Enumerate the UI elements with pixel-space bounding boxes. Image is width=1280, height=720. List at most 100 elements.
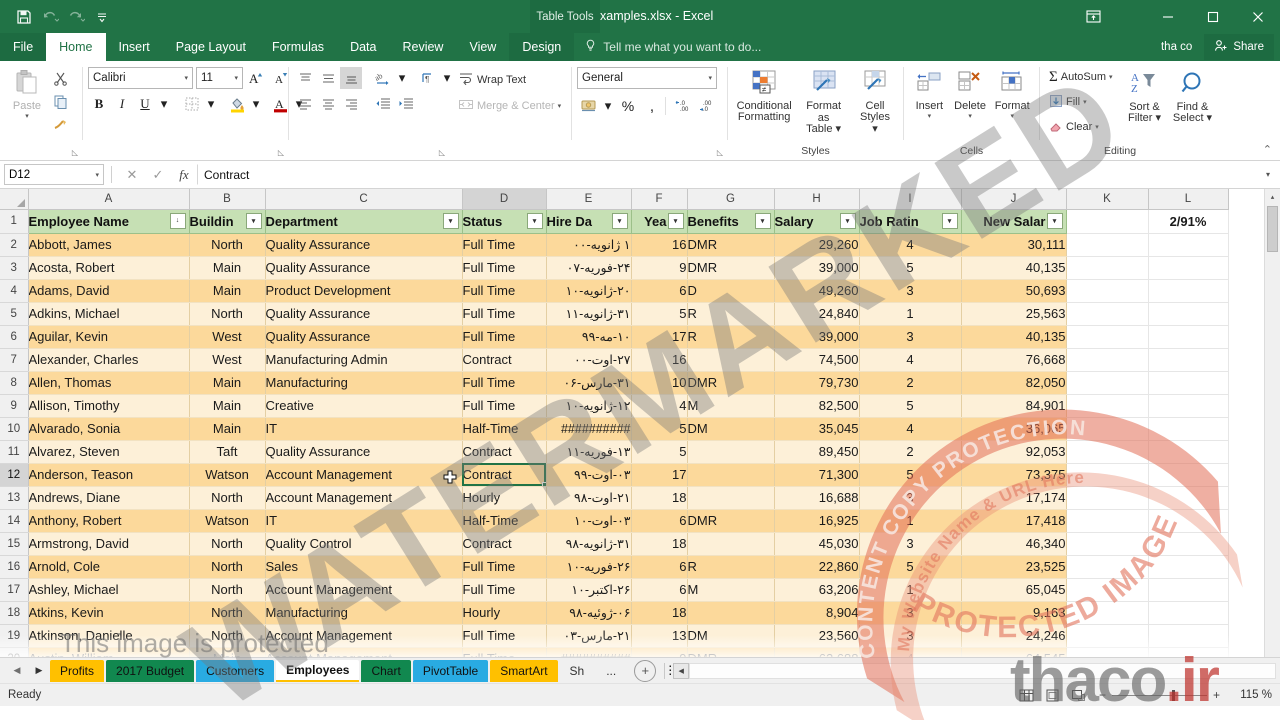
- cell-J16[interactable]: 23,525: [961, 555, 1067, 579]
- font-color-button[interactable]: A: [269, 93, 291, 115]
- cell-L12[interactable]: [1148, 463, 1229, 487]
- vertical-scroll-thumb[interactable]: [1267, 206, 1278, 252]
- cell-styles-button[interactable]: Cell Styles ▾: [852, 65, 898, 137]
- cell-I3[interactable]: 5: [859, 256, 962, 280]
- cell-H18[interactable]: 8,904: [774, 601, 860, 625]
- cell-H2[interactable]: 29,260: [774, 233, 860, 257]
- find-select-button[interactable]: Find & Select ▾: [1169, 66, 1217, 126]
- row-header-18[interactable]: 18: [0, 601, 29, 625]
- cell-D13[interactable]: Hourly: [462, 486, 547, 510]
- sheet-tab-smartart[interactable]: SmartArt: [490, 659, 558, 682]
- cell-G10[interactable]: DM: [687, 417, 775, 441]
- row-header-10[interactable]: 10: [0, 417, 29, 441]
- filter-icon-g[interactable]: ▾: [754, 212, 771, 229]
- cell-K8[interactable]: [1066, 371, 1149, 395]
- redo-icon[interactable]: [64, 6, 88, 28]
- cell-G17[interactable]: M: [687, 578, 775, 602]
- close-icon[interactable]: [1235, 0, 1280, 33]
- cell-I15[interactable]: 3: [859, 532, 962, 556]
- cell-J20[interactable]: 64,545: [961, 647, 1067, 657]
- cell-B15[interactable]: North: [189, 532, 266, 556]
- cell-D17[interactable]: Full Time: [462, 578, 547, 602]
- cell-I2[interactable]: 4: [859, 233, 962, 257]
- cut-button[interactable]: [49, 67, 71, 89]
- cell-L18[interactable]: [1148, 601, 1229, 625]
- undo-icon[interactable]: [38, 6, 62, 28]
- cell-E9[interactable]: ۱۲-ژانویه-۱۰: [546, 394, 632, 418]
- cell-E10[interactable]: ##########: [546, 417, 632, 441]
- cell-L19[interactable]: [1148, 624, 1229, 648]
- cell-E2[interactable]: ۱ ژانویه-۰۰: [546, 233, 632, 257]
- align-bottom-button[interactable]: [340, 67, 362, 89]
- cell-B9[interactable]: Main: [189, 394, 266, 418]
- cell-G6[interactable]: R: [687, 325, 775, 349]
- sheet-tab-sh[interactable]: Sh: [560, 660, 595, 682]
- cell-L16[interactable]: [1148, 555, 1229, 579]
- cell-B17[interactable]: North: [189, 578, 266, 602]
- cell-G15[interactable]: [687, 532, 775, 556]
- cell-K15[interactable]: [1066, 532, 1149, 556]
- page-layout-icon[interactable]: [1043, 686, 1063, 704]
- cell-D18[interactable]: Hourly: [462, 601, 547, 625]
- cell-D14[interactable]: Half-Time: [462, 509, 547, 533]
- chevron-down-icon[interactable]: ▾: [1109, 73, 1113, 81]
- cell-J15[interactable]: 46,340: [961, 532, 1067, 556]
- cell-B6[interactable]: West: [189, 325, 266, 349]
- cell-D2[interactable]: Full Time: [462, 233, 547, 257]
- table-row[interactable]: 16 Arnold, Cole North Sales Full Time ۲۶-فوری…: [0, 555, 1229, 579]
- zoom-out-button[interactable]: −: [1099, 688, 1106, 702]
- cell-D12[interactable]: Contract: [462, 463, 547, 487]
- tab-view[interactable]: View: [456, 33, 509, 61]
- cell-L3[interactable]: [1148, 256, 1229, 280]
- cell-F5[interactable]: 5: [631, 302, 688, 326]
- cell-L20[interactable]: [1148, 647, 1229, 657]
- underline-button[interactable]: U: [134, 93, 156, 115]
- cell-C6[interactable]: Quality Assurance: [265, 325, 463, 349]
- cell-C9[interactable]: Creative: [265, 394, 463, 418]
- orientation-button[interactable]: ab: [372, 67, 394, 89]
- cell-G18[interactable]: [687, 601, 775, 625]
- cell-G7[interactable]: [687, 348, 775, 372]
- chevron-down-icon[interactable]: ▾: [1095, 123, 1099, 131]
- sort-filter-button[interactable]: AZ Sort & Filter ▾: [1123, 66, 1167, 126]
- cell-A15[interactable]: Armstrong, David: [28, 532, 190, 556]
- cell-L8[interactable]: [1148, 371, 1229, 395]
- tab-page-layout[interactable]: Page Layout: [163, 33, 259, 61]
- row-header-19[interactable]: 19: [0, 624, 29, 648]
- cell-J11[interactable]: 92,053: [961, 440, 1067, 464]
- cell-H7[interactable]: 74,500: [774, 348, 860, 372]
- row-header-1[interactable]: 1: [0, 209, 29, 234]
- cell-F8[interactable]: 10: [631, 371, 688, 395]
- cell-B8[interactable]: Main: [189, 371, 266, 395]
- cell-D11[interactable]: Contract: [462, 440, 547, 464]
- cell-J2[interactable]: 30,111: [961, 233, 1067, 257]
- cell-C12[interactable]: Account Management: [265, 463, 463, 487]
- clipboard-dialog-launcher-icon[interactable]: ◺: [72, 146, 78, 160]
- cell-C5[interactable]: Quality Assurance: [265, 302, 463, 326]
- cell-J6[interactable]: 40,135: [961, 325, 1067, 349]
- cell-K16[interactable]: [1066, 555, 1149, 579]
- merge-center-button[interactable]: Merge & Center ▾: [454, 95, 565, 117]
- chevron-down-icon[interactable]: ▾: [558, 102, 562, 110]
- align-left-button[interactable]: [294, 93, 316, 115]
- column-header-E[interactable]: E: [546, 189, 632, 210]
- zoom-track[interactable]: [1111, 689, 1207, 701]
- cell-C10[interactable]: IT: [265, 417, 463, 441]
- cell-G8[interactable]: DMR: [687, 371, 775, 395]
- cell-E19[interactable]: ۲۱-مارس-۰۳: [546, 624, 632, 648]
- cell-F4[interactable]: 6: [631, 279, 688, 303]
- filter-icon-b[interactable]: ▾: [245, 212, 262, 229]
- chevron-down-icon[interactable]: ▾: [157, 93, 171, 115]
- cell-E17[interactable]: ۲۶-اکتبر-۱۰: [546, 578, 632, 602]
- table-row[interactable]: 12 Anderson, Teason Watson Account Manageme…: [0, 463, 1229, 487]
- table-row[interactable]: 11 Alvarez, Steven Taft Quality Assurance Co…: [0, 440, 1229, 464]
- cell-K14[interactable]: [1066, 509, 1149, 533]
- cell-D20[interactable]: Full Time: [462, 647, 547, 657]
- row-header-9[interactable]: 9: [0, 394, 29, 418]
- column-header-H[interactable]: H: [774, 189, 860, 210]
- row-header-5[interactable]: 5: [0, 302, 29, 326]
- chevron-down-icon[interactable]: ▾: [25, 112, 29, 120]
- cell-L17[interactable]: [1148, 578, 1229, 602]
- cell-K5[interactable]: [1066, 302, 1149, 326]
- cell-K1[interactable]: [1066, 209, 1149, 234]
